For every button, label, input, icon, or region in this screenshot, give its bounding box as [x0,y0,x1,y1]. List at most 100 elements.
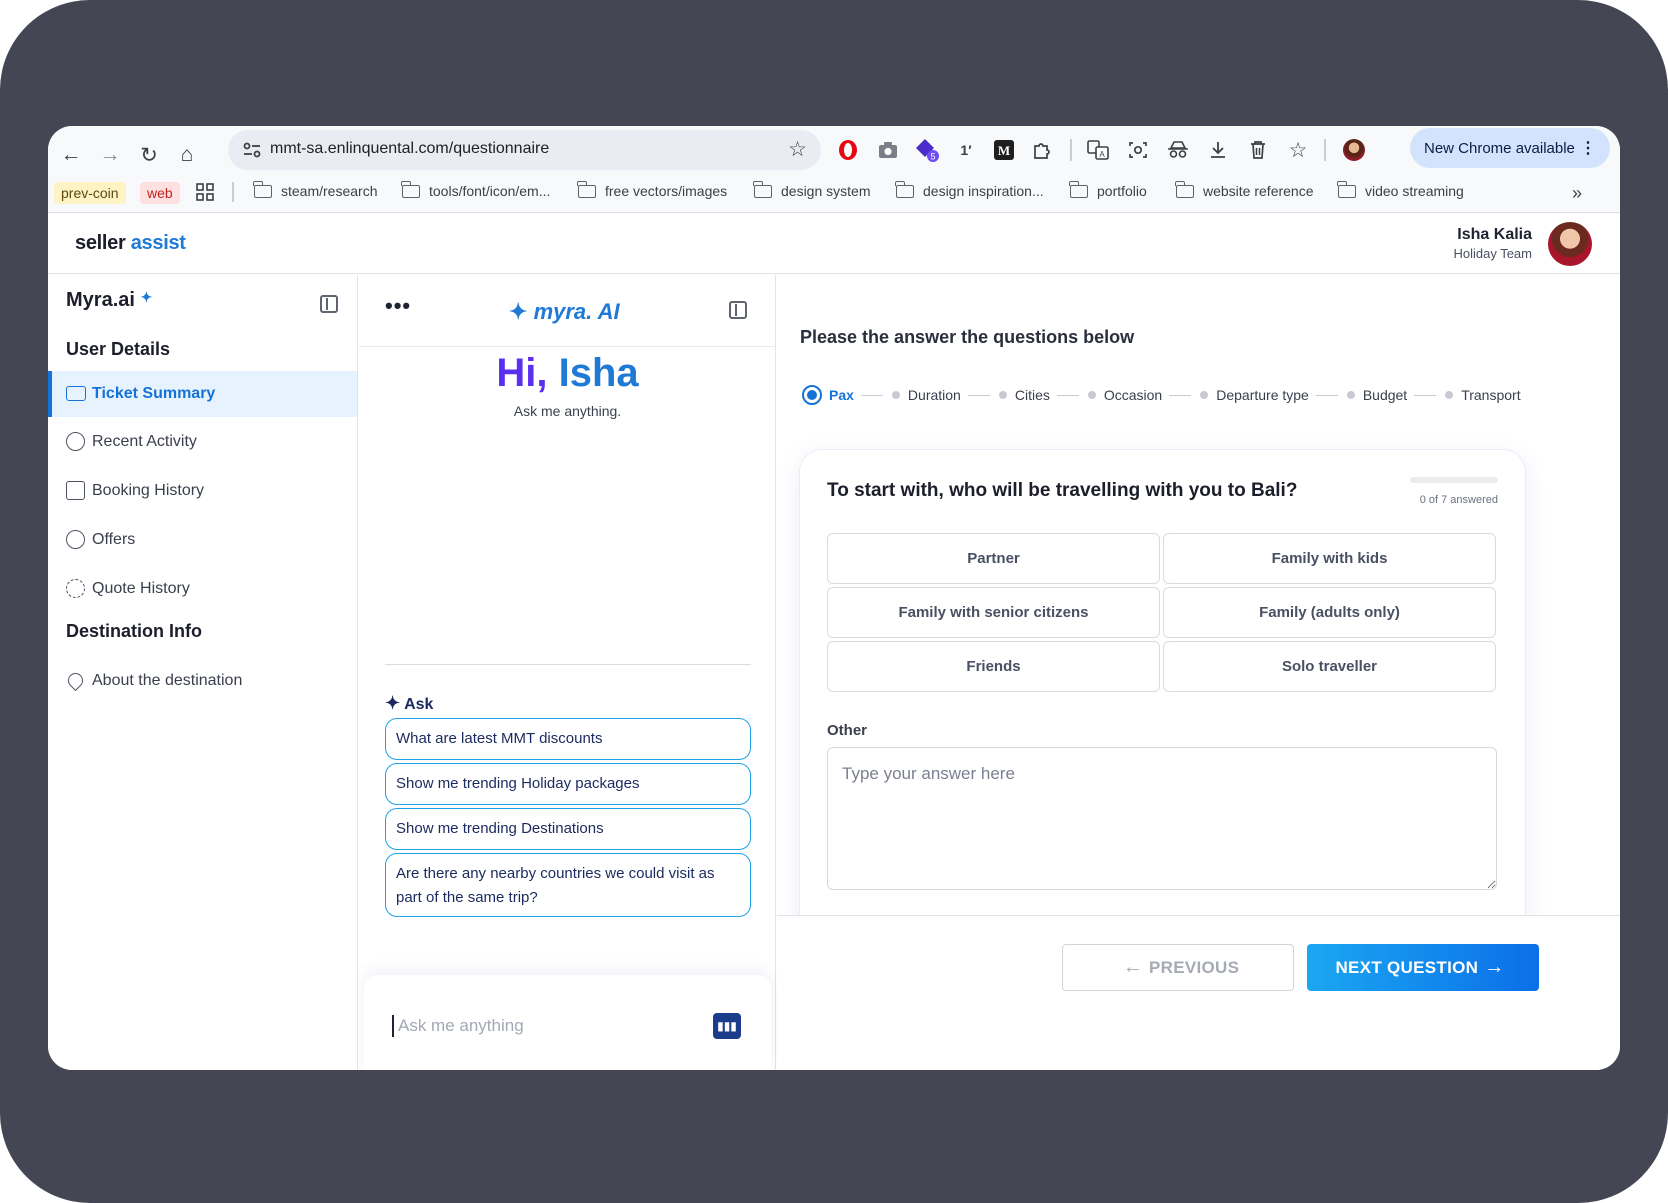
option-family-with-kids[interactable]: Family with kids [1163,533,1496,584]
sidebar-item-offers[interactable]: Offers [48,517,357,563]
question-stepper: Pax Duration Cities Occasion Departure t… [802,383,1521,407]
bookmarks-overflow-icon[interactable]: » [1572,183,1582,204]
step-pax[interactable]: Pax [802,385,892,405]
address-bar[interactable]: mmt-sa.enlinquental.com/questionnaire ☆ [228,130,821,170]
suggestion-pill[interactable]: What are latest MMT discounts [385,718,751,760]
user-info[interactable]: Isha Kalia Holiday Team [1453,226,1532,261]
reading-list-star-icon[interactable]: ☆ [1284,136,1312,164]
option-family-adults-only[interactable]: Family (adults only) [1163,587,1496,638]
suggestion-pill[interactable]: Are there any nearby countries we could … [385,853,751,917]
step-transport[interactable]: Transport [1445,387,1521,403]
home-icon[interactable]: ⌂ [172,140,202,170]
voice-input-icon[interactable]: ▮▮▮ [713,1013,741,1039]
chat-input[interactable] [398,1011,698,1041]
collapse-sidebar-icon[interactable] [320,295,338,313]
sidebar-item-quote-history[interactable]: Quote History [48,566,357,612]
bookmark-folder[interactable]: website reference [1175,180,1314,199]
trash-icon[interactable] [1244,136,1272,164]
sidebar-item-about-destination[interactable]: About the destination [48,658,357,704]
translate-icon[interactable]: A [1084,136,1112,164]
extension-badge: 5 [930,152,935,162]
step-dot [1346,391,1355,399]
medium-extension-icon[interactable]: M [990,136,1018,164]
suggestion-pill[interactable]: Show me trending Holiday packages [385,763,751,805]
lens-icon[interactable] [1124,136,1152,164]
bookmark-star-icon[interactable]: ☆ [788,137,807,162]
seller-assist-logo[interactable]: seller assist [75,232,186,255]
step-label: Transport [1461,387,1521,403]
sparkle-icon: ✦ [140,289,153,305]
greeting-subtitle: Ask me anything. [513,403,622,419]
greeting-title: Hi, Isha [359,351,776,396]
step-duration[interactable]: Duration [891,387,999,403]
sidebar-item-label: Quote History [92,580,190,597]
text-caret [392,1015,394,1037]
step-dot [998,391,1007,399]
bookmark-chip-web[interactable]: web [140,182,180,204]
previous-label: PREVIOUS [1149,957,1240,977]
sidebar-item-label: Ticket Summary [92,385,216,402]
bookmark-folder[interactable]: steam/research [253,180,377,199]
browser-toolbar: ← → ↻ ⌂ mmt-sa.enlinquental.com/question… [48,126,1620,213]
back-icon[interactable]: ← [56,140,86,170]
bookmark-folder[interactable]: design inspiration... [895,180,1044,199]
step-departure-type[interactable]: Departure type [1200,387,1347,403]
suggestion-pill[interactable]: Show me trending Destinations [385,808,751,850]
quote-history-icon [66,579,85,598]
bookmark-folder[interactable]: tools/font/icon/em... [401,180,551,199]
incognito-icon[interactable] [1164,136,1192,164]
more-options-icon[interactable]: ••• [385,293,411,319]
step-dot [802,385,822,405]
step-dot [1200,391,1209,399]
next-question-button[interactable]: NEXT QUESTION → [1307,944,1539,991]
apps-grid-icon[interactable] [196,183,214,201]
folder-icon [753,180,772,198]
step-cities[interactable]: Cities [998,387,1088,403]
purple-extension-icon[interactable]: 5 [914,136,942,164]
collapse-chat-icon[interactable] [729,301,747,319]
bookmark-chip-prev-coin[interactable]: prev-coin [54,182,126,204]
ask-label: Ask [404,696,434,713]
option-solo-traveller[interactable]: Solo traveller [1163,641,1496,692]
step-label: Duration [907,387,961,403]
option-family-senior-citizens[interactable]: Family with senior citizens [827,587,1160,638]
bookmark-label: video streaming [1365,183,1464,199]
myra-ai-logo: ✦ myra. AI [509,299,620,325]
sidebar-item-recent-activity[interactable]: Recent Activity [48,419,357,465]
option-partner[interactable]: Partner [827,533,1160,584]
sidebar-item-ticket-summary[interactable]: Ticket Summary [48,371,357,417]
history-icon [66,432,85,451]
step-occasion[interactable]: Occasion [1087,387,1200,403]
opera-extension-icon[interactable] [834,136,862,164]
other-answer-input[interactable] [827,747,1497,890]
arrow-left-icon: ← [1122,956,1144,978]
sidebar-item-booking-history[interactable]: Booking History [48,468,357,514]
bookmark-folder[interactable]: free vectors/images [577,180,727,199]
bookmark-folder[interactable]: design system [753,180,870,199]
bookmark-label: tools/font/icon/em... [429,183,551,199]
chat-composer: ▮▮▮ [364,975,771,1070]
chrome-menu-icon[interactable]: ⋮ [1580,138,1596,158]
myra-brand: Myra.ai ✦ [66,289,152,312]
step-budget[interactable]: Budget [1346,387,1445,403]
profile-avatar-icon[interactable] [1340,136,1368,164]
bookmark-folder[interactable]: portfolio [1069,180,1147,199]
bookmark-folder[interactable]: video streaming [1337,180,1464,199]
logo-accent: assist [130,232,186,254]
extensions-puzzle-icon[interactable] [1028,136,1056,164]
new-chrome-available-button[interactable]: New Chrome available ⋮ [1410,128,1610,168]
option-friends[interactable]: Friends [827,641,1160,692]
reload-icon[interactable]: ↻ [134,140,164,170]
download-icon[interactable] [1204,136,1232,164]
url-text[interactable]: mmt-sa.enlinquental.com/questionnaire [270,140,549,158]
previous-button[interactable]: ← PREVIOUS [1062,944,1294,991]
timer-extension-icon[interactable]: 1′ [952,136,980,164]
myra-ai-label: myra. AI [533,299,620,324]
user-avatar[interactable] [1548,222,1592,266]
update-chip-label: New Chrome available [1424,139,1575,157]
step-label: Departure type [1216,387,1309,403]
site-settings-icon[interactable] [240,138,264,162]
camera-extension-icon[interactable] [874,136,902,164]
forward-icon[interactable]: → [95,140,125,170]
step-connector [1315,394,1338,396]
